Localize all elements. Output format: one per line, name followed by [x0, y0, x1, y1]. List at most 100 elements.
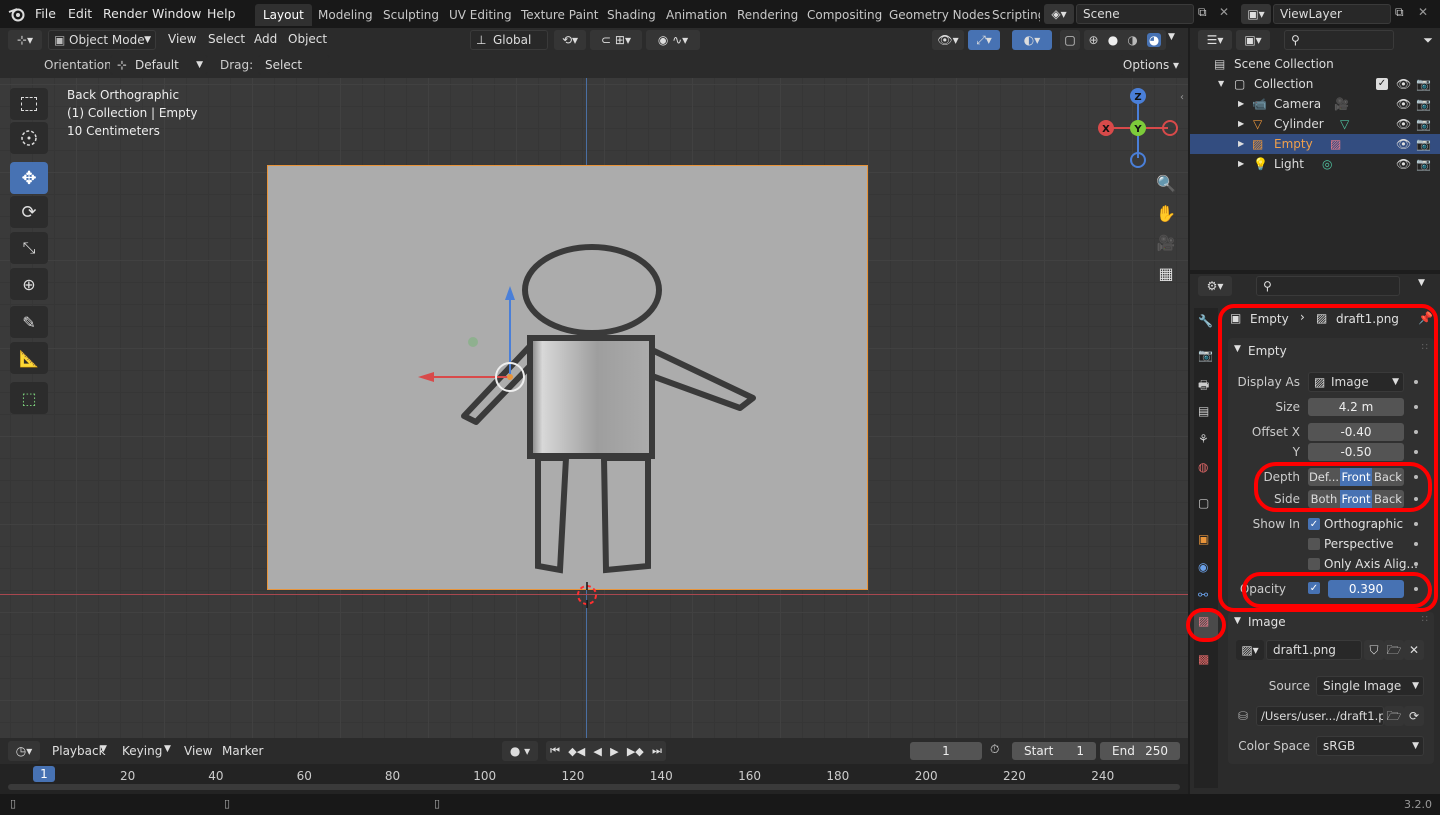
keyframe-dot[interactable]: [1414, 450, 1418, 454]
light-data-icon[interactable]: ◎: [1322, 154, 1332, 174]
timeline-area[interactable]: 1 20 40 60 80 100 120 140 160 180 200 220 240: [0, 764, 1188, 794]
keyframe-dot[interactable]: [1414, 587, 1418, 591]
menu-marker[interactable]: Marker: [222, 744, 263, 758]
menu-select[interactable]: Select: [208, 32, 245, 46]
eye-icon[interactable]: 👁: [1396, 154, 1411, 174]
current-frame-field[interactable]: 1: [910, 742, 982, 760]
expand-arrow-icon[interactable]: ▶: [1238, 94, 1244, 114]
proportional-edit-icon[interactable]: ◉ ∿▾: [646, 30, 700, 50]
solid-shading-icon[interactable]: ●: [1108, 33, 1118, 47]
start-frame-field[interactable]: Start 1: [1012, 742, 1096, 760]
blender-logo-icon[interactable]: [8, 6, 26, 22]
timeline-scrollbar[interactable]: [8, 784, 1180, 790]
pan-hand-icon[interactable]: ✋: [1152, 199, 1180, 227]
filepath-field[interactable]: /Users/user.../draft1.png: [1256, 706, 1384, 726]
expand-arrow-icon[interactable]: ▼: [1218, 74, 1224, 94]
zoom-icon[interactable]: 🔍: [1152, 169, 1180, 197]
annotate-tool[interactable]: ✎: [10, 306, 48, 338]
keyframe-dot[interactable]: [1414, 522, 1418, 526]
play-reverse-icon[interactable]: ◀: [593, 745, 601, 758]
visibility-icon[interactable]: 👁▾: [932, 30, 964, 50]
delete-scene-icon[interactable]: ✕: [1219, 5, 1229, 19]
properties-editor-icon[interactable]: ⚙▾: [1198, 276, 1232, 296]
tab-compositing[interactable]: Compositing: [799, 4, 890, 26]
wireframe-shading-icon[interactable]: ⊕: [1089, 33, 1099, 47]
chevron-down-icon[interactable]: ▼: [1418, 278, 1425, 288]
menu-timeline-view[interactable]: View: [184, 744, 212, 758]
image-browse-icon[interactable]: ▨▾: [1236, 640, 1264, 660]
unlink-close-icon[interactable]: ✕: [1404, 640, 1424, 660]
keyframe-dot[interactable]: [1414, 562, 1418, 566]
tab-uv-editing[interactable]: UV Editing: [441, 4, 520, 26]
select-box-tool[interactable]: [10, 88, 48, 120]
source-dropdown[interactable]: Single Image ▼: [1316, 676, 1424, 696]
snap-icon[interactable]: ⊂ ⊞▾: [590, 30, 642, 50]
menu-keying[interactable]: Keying: [122, 744, 162, 758]
new-scene-icon[interactable]: ⧉: [1198, 5, 1207, 20]
browse-file-icon[interactable]: 🗁: [1384, 706, 1404, 726]
cursor-tool[interactable]: [10, 122, 48, 154]
display-mode-icon[interactable]: ▣▾: [1236, 30, 1270, 50]
eye-icon[interactable]: 👁: [1396, 114, 1411, 134]
menu-view[interactable]: View: [168, 32, 196, 46]
pin-icon[interactable]: 📌: [1418, 311, 1433, 325]
timeline-editor-icon[interactable]: ◷▾: [8, 741, 40, 761]
pivot-point-icon[interactable]: ⟲▾: [554, 30, 586, 50]
transform-gizmo[interactable]: [410, 278, 540, 408]
end-frame-field[interactable]: End 250: [1100, 742, 1180, 760]
playhead-marker[interactable]: 1: [33, 766, 55, 782]
scene-collection-row[interactable]: ▤ Scene Collection: [1190, 54, 1440, 74]
scene-field[interactable]: Scene: [1076, 4, 1194, 24]
tab-sculpting[interactable]: Sculpting: [375, 4, 447, 26]
expand-arrow-icon[interactable]: ▶: [1238, 154, 1244, 174]
axis-aligned-checkbox[interactable]: [1308, 558, 1320, 570]
record-icon[interactable]: ● ▾: [502, 741, 538, 761]
menu-help[interactable]: Help: [207, 6, 236, 21]
xray-toggle-icon[interactable]: ▢: [1060, 30, 1080, 50]
menu-window[interactable]: Window: [152, 6, 201, 21]
drag-dropdown[interactable]: Select Box: [258, 55, 330, 90]
move-tool[interactable]: ✥: [10, 162, 48, 194]
reload-icon[interactable]: ⟳: [1404, 706, 1424, 726]
camera-render-icon[interactable]: 📷: [1416, 134, 1431, 154]
tab-animation[interactable]: Animation: [658, 4, 735, 26]
mesh-data-icon[interactable]: ▽: [1340, 114, 1349, 134]
tab-layout[interactable]: Layout: [255, 4, 312, 26]
ortho-grid-icon[interactable]: ▦: [1152, 259, 1180, 287]
properties-search-input[interactable]: ⚲: [1256, 276, 1400, 296]
eye-icon[interactable]: 👁: [1396, 134, 1411, 154]
reference-image-empty[interactable]: [267, 165, 868, 590]
navigation-gizmo[interactable]: Z X Y: [1094, 84, 1184, 174]
eye-icon[interactable]: 👁: [1396, 94, 1411, 114]
image-name-field[interactable]: draft1.png: [1266, 640, 1362, 660]
texture-tab-icon[interactable]: ▩: [1198, 652, 1209, 666]
physics-tab-icon[interactable]: ◉: [1198, 560, 1208, 574]
gizmo-toggle-icon[interactable]: ⤢▾: [968, 30, 1000, 50]
image-data-icon[interactable]: ▨: [1330, 134, 1341, 154]
keyframe-dot[interactable]: [1414, 380, 1418, 384]
camera-render-icon[interactable]: 📷: [1416, 94, 1431, 114]
keyframe-dot[interactable]: [1414, 405, 1418, 409]
tool-tab-icon[interactable]: 🔧: [1198, 314, 1213, 328]
menu-playback[interactable]: Playback: [52, 744, 106, 758]
sidebar-toggle-icon[interactable]: ‹: [1180, 92, 1184, 103]
filter-icon[interactable]: ⏷: [1416, 30, 1440, 50]
display-as-dropdown[interactable]: Image ▨ ▼: [1308, 372, 1404, 392]
orientation-dropdown[interactable]: Default ⊹ ▼: [110, 55, 208, 75]
3d-viewport[interactable]: Back Orthographic (1) Collection | Empty…: [0, 78, 1188, 738]
material-shading-icon[interactable]: ◑: [1127, 33, 1137, 47]
collection-tab-icon[interactable]: ▢: [1198, 496, 1209, 510]
play-icon[interactable]: ▶: [610, 745, 618, 758]
camera-render-icon[interactable]: 📷: [1416, 154, 1431, 174]
stopwatch-icon[interactable]: ⏱: [990, 742, 999, 757]
color-space-dropdown[interactable]: sRGB ▼: [1316, 736, 1424, 756]
editor-type-icon[interactable]: ⊹▾: [8, 30, 42, 50]
expand-arrow-icon[interactable]: ▶: [1238, 114, 1244, 134]
options-button[interactable]: Options ▾: [1120, 55, 1182, 75]
size-field[interactable]: 4.2 m: [1308, 398, 1404, 416]
measure-tool[interactable]: 📐: [10, 342, 48, 374]
delete-viewlayer-icon[interactable]: ✕: [1418, 5, 1428, 19]
add-cube-tool[interactable]: ⬚: [10, 382, 48, 414]
panel-collapse-icon[interactable]: ▼: [1234, 616, 1241, 626]
tab-modeling[interactable]: Modeling: [310, 4, 381, 26]
